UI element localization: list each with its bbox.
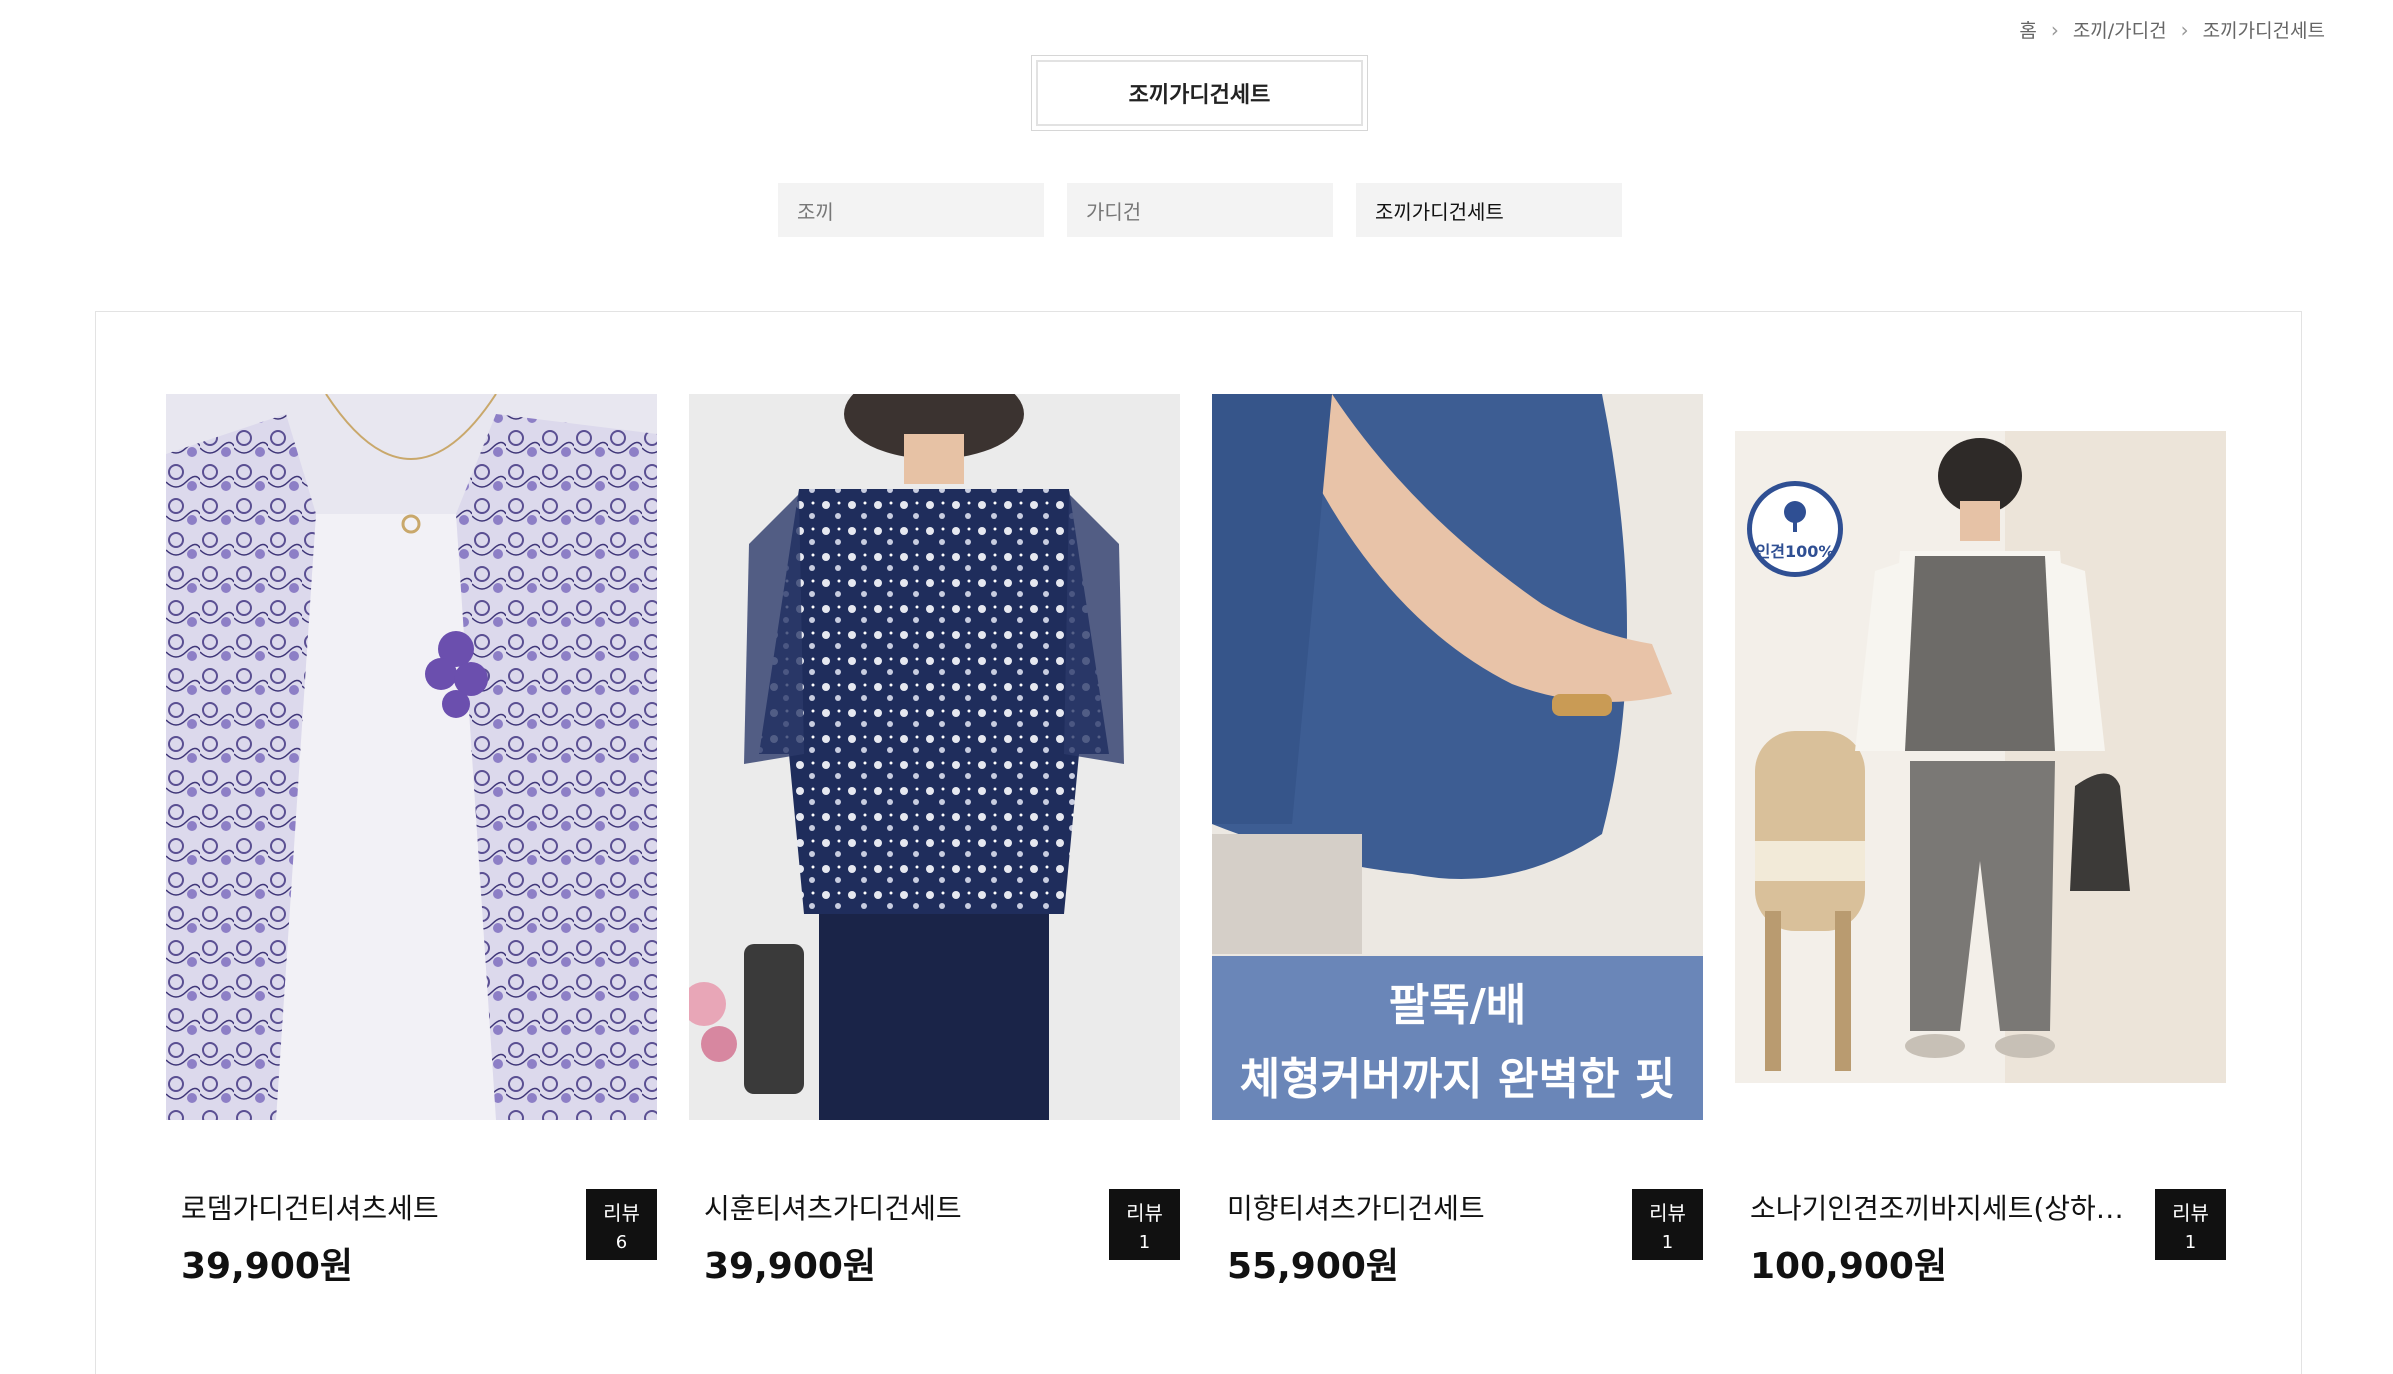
product-photo-lace-cardigan xyxy=(166,394,657,1120)
image-banner-line2: 체형커버까지 완벽한 핏 xyxy=(1239,1054,1676,1105)
product-card[interactable]: 시훈티셔츠가디건세트 39,900원 리뷰 1 xyxy=(689,394,1180,1287)
product-price: 39,900원 xyxy=(181,1246,354,1287)
product-card[interactable]: 팔뚝/배 체형커버까지 완벽한 핏 미향티셔츠가디건세트 55,900원 리뷰 … xyxy=(1212,394,1703,1287)
product-price: 39,900원 xyxy=(704,1246,877,1287)
product-photo-floral-shirt xyxy=(689,394,1180,1120)
review-label: 리뷰 xyxy=(2172,1200,2209,1225)
chevron-right-icon: › xyxy=(2180,17,2189,42)
image-banner: 팔뚝/배 체형커버까지 완벽한 핏 xyxy=(1212,956,1703,1120)
subcategory-tabs: 조끼 가디건 조끼가디건세트 xyxy=(778,183,1622,237)
product-price: 100,900원 xyxy=(1750,1246,1948,1287)
review-label: 리뷰 xyxy=(603,1200,640,1225)
review-count: 6 xyxy=(615,1231,628,1253)
subcategory-tab-vest[interactable]: 조끼 xyxy=(778,183,1044,237)
breadcrumb: 홈 › 조끼/가디건 › 조끼가디건세트 xyxy=(2019,16,2325,43)
subcategory-tab-cardigan[interactable]: 가디건 xyxy=(1067,183,1333,237)
product-name[interactable]: 로뎀가디건티셔츠세트 xyxy=(181,1187,591,1227)
product-image[interactable] xyxy=(689,394,1180,1120)
review-count: 1 xyxy=(2184,1231,2197,1253)
review-label: 리뷰 xyxy=(1649,1200,1686,1225)
review-badge[interactable]: 리뷰 6 xyxy=(586,1189,657,1260)
product-name[interactable]: 미향티셔츠가디건세트 xyxy=(1227,1187,1637,1227)
page-title: 조끼가디건세트 xyxy=(1128,83,1271,108)
image-banner-line1: 팔뚝/배 xyxy=(1388,980,1527,1031)
material-badge-text: 인견100% xyxy=(1755,542,1835,561)
product-card[interactable]: 로뎀가디건티셔츠세트 39,900원 리뷰 6 xyxy=(166,394,657,1287)
review-label: 리뷰 xyxy=(1126,1200,1163,1225)
review-count: 1 xyxy=(1661,1231,1674,1253)
chevron-right-icon: › xyxy=(2050,17,2059,42)
product-info: 로뎀가디건티셔츠세트 39,900원 리뷰 6 xyxy=(166,1187,657,1287)
category-title-box: 조끼가디건세트 xyxy=(1031,55,1368,131)
review-count: 1 xyxy=(1138,1231,1151,1253)
review-badge[interactable]: 리뷰 1 xyxy=(2155,1189,2226,1260)
review-badge[interactable]: 리뷰 1 xyxy=(1109,1189,1180,1260)
page: 홈 › 조끼/가디건 › 조끼가디건세트 조끼가디건세트 조끼 가디건 조끼가디… xyxy=(0,0,2393,1374)
product-image[interactable] xyxy=(166,394,657,1120)
review-badge[interactable]: 리뷰 1 xyxy=(1632,1189,1703,1260)
tree-icon xyxy=(1784,501,1806,532)
product-list: 로뎀가디건티셔츠세트 39,900원 리뷰 6 시훈티셔츠가디건세트 39,90… xyxy=(95,311,2302,1374)
product-name[interactable]: 시훈티셔츠가디건세트 xyxy=(704,1187,1114,1227)
breadcrumb-category[interactable]: 조끼/가디건 xyxy=(2073,16,2167,43)
product-info: 시훈티셔츠가디건세트 39,900원 리뷰 1 xyxy=(689,1187,1180,1287)
breadcrumb-current[interactable]: 조끼가디건세트 xyxy=(2203,16,2325,43)
breadcrumb-home[interactable]: 홈 xyxy=(2019,16,2036,43)
product-info: 소나기인견조끼바지세트(상하… 100,900원 리뷰 1 xyxy=(1735,1187,2226,1287)
product-price: 55,900원 xyxy=(1227,1246,1400,1287)
product-image[interactable]: 인견100% xyxy=(1735,394,2226,1120)
product-info: 미향티셔츠가디건세트 55,900원 리뷰 1 xyxy=(1212,1187,1703,1287)
product-card[interactable]: 인견100% 소나기인견조끼바지세트(상하… 100,900원 리뷰 1 xyxy=(1735,394,2226,1287)
material-badge: 인견100% xyxy=(1747,481,1843,577)
product-image[interactable]: 팔뚝/배 체형커버까지 완벽한 핏 xyxy=(1212,394,1703,1120)
product-photo-frame: 인견100% xyxy=(1735,431,2226,1083)
product-name[interactable]: 소나기인견조끼바지세트(상하… xyxy=(1750,1187,2160,1227)
subcategory-tab-vest-cardigan-set[interactable]: 조끼가디건세트 xyxy=(1356,183,1622,237)
